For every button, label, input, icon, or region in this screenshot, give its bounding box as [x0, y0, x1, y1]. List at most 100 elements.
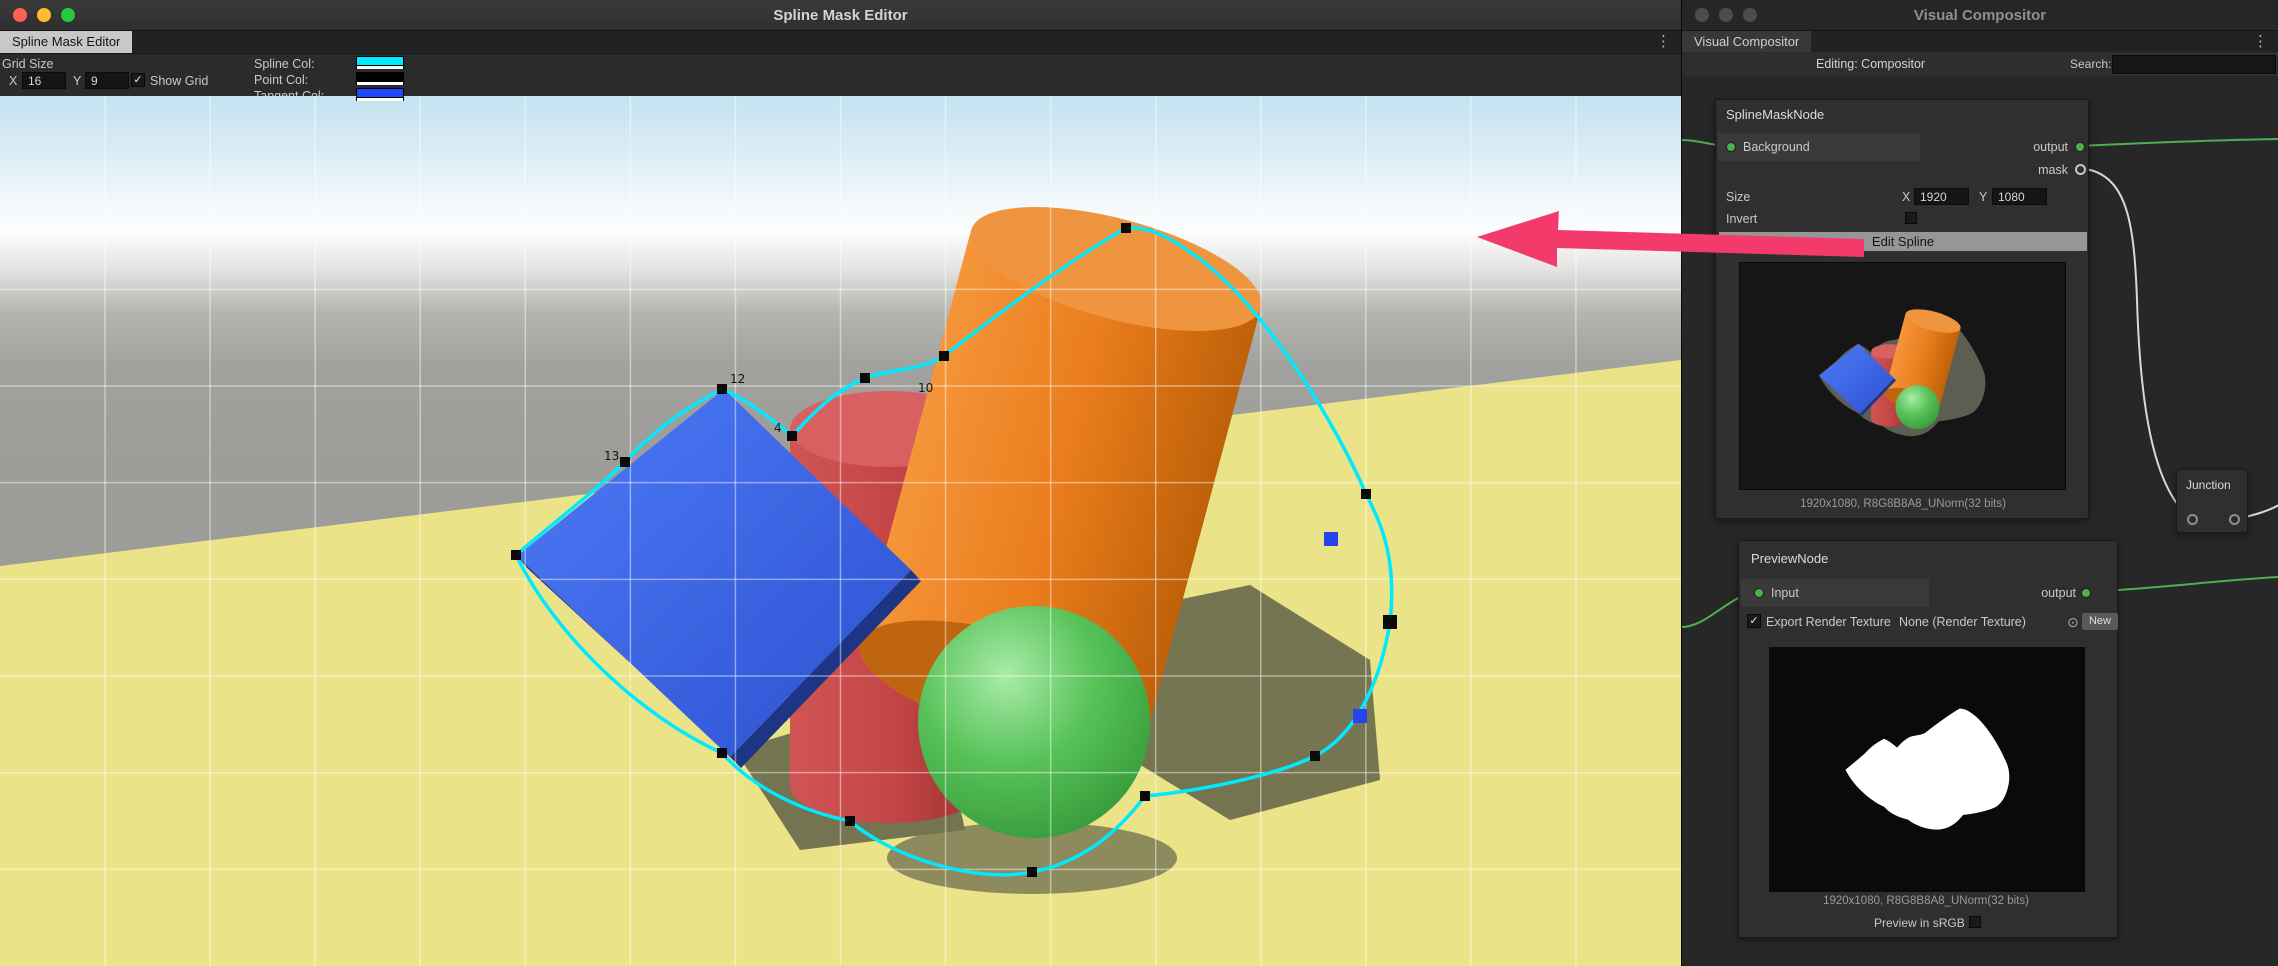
- spline-color-swatch[interactable]: [356, 56, 404, 69]
- node-title: SplineMaskNode: [1726, 107, 1824, 122]
- input-port-dot[interactable]: [1726, 142, 1736, 152]
- size-x-field[interactable]: 1920: [1914, 188, 1969, 205]
- point-color-value: [357, 73, 403, 81]
- new-texture-button[interactable]: New: [2082, 613, 2118, 630]
- desktop: Spline Mask Editor Spline Mask Editor ⋮ …: [0, 0, 2278, 966]
- alpha-bar: [357, 65, 403, 69]
- search-label: Search:: [2070, 57, 2111, 71]
- maximize-button[interactable]: [61, 8, 75, 22]
- spline-point-index: 13: [604, 449, 619, 463]
- spline-point[interactable]: [717, 748, 727, 758]
- close-button[interactable]: [1695, 8, 1709, 22]
- export-checkbox[interactable]: ✓: [1747, 614, 1761, 628]
- junction-out-port[interactable]: [2229, 514, 2240, 525]
- grid-y-field[interactable]: 9: [85, 72, 129, 89]
- alpha-bar: [357, 81, 403, 85]
- srgb-label: Preview in sRGB: [1874, 916, 1965, 930]
- invert-label: Invert: [1726, 212, 1757, 226]
- tangent-color-swatch[interactable]: [356, 88, 404, 101]
- output-port-dot[interactable]: [2075, 142, 2085, 152]
- mask-preview-image: [1769, 647, 2085, 892]
- traffic-lights: [1695, 8, 1757, 22]
- grid-x-field[interactable]: 16: [22, 72, 66, 89]
- window-title: Spline Mask Editor: [773, 7, 907, 24]
- input-port-row: [1741, 579, 1929, 607]
- size-y-field[interactable]: 1080: [1992, 188, 2047, 205]
- tab-spline-mask-editor[interactable]: Spline Mask Editor: [0, 31, 132, 53]
- spline-point[interactable]: [1121, 223, 1131, 233]
- show-grid-checkbox[interactable]: ✓: [131, 73, 145, 87]
- close-button[interactable]: [13, 8, 27, 22]
- left-tab-bar: Spline Mask Editor ⋮: [0, 31, 1681, 54]
- preview-node[interactable]: PreviewNode Input output ✓ Export Render…: [1738, 540, 2118, 938]
- scene-viewport[interactable]: 10 4 12 13: [0, 96, 1681, 966]
- visual-compositor-window: Visual Compositor Visual Compositor ⋮ Ed…: [1681, 0, 2278, 966]
- input-port-dot[interactable]: [1754, 588, 1764, 598]
- kebab-menu-icon[interactable]: ⋮: [2253, 32, 2268, 50]
- spline-point-index: 12: [730, 372, 745, 386]
- tangent-color-value: [357, 89, 403, 97]
- spline-point[interactable]: [717, 384, 727, 394]
- spline-point[interactable]: [1027, 867, 1037, 877]
- grid-y-label: Y: [73, 74, 81, 88]
- size-y-label: Y: [1979, 190, 1987, 204]
- spline-point-index: 10: [918, 381, 933, 395]
- junction-node[interactable]: Junction: [2176, 469, 2248, 533]
- spline-point[interactable]: [620, 457, 630, 467]
- spline-point[interactable]: [511, 550, 521, 560]
- preview-caption: 1920x1080, R8G8B8A8_UNorm(32 bits): [1716, 498, 2090, 510]
- spline-point-selected[interactable]: [1324, 532, 1338, 546]
- grid-x-label: X: [9, 74, 17, 88]
- spline-point[interactable]: [845, 816, 855, 826]
- spline-point[interactable]: [939, 351, 949, 361]
- spline-point[interactable]: [1310, 751, 1320, 761]
- export-label: Export Render Texture: [1766, 615, 1891, 629]
- node-preview-image: [1739, 262, 2066, 490]
- mask-port-label: mask: [1986, 163, 2068, 177]
- spline-editor-toolbar: Grid Size X 16 Y 9 ✓ Show Grid Spline Co…: [0, 54, 1681, 98]
- minimize-button[interactable]: [1719, 8, 1733, 22]
- junction-in-port[interactable]: [2187, 514, 2198, 525]
- invert-checkbox[interactable]: [1905, 212, 1917, 224]
- texture-field[interactable]: None (Render Texture): [1899, 615, 2026, 629]
- point-color-swatch[interactable]: [356, 72, 404, 85]
- mask-port-dot[interactable]: [2075, 164, 2086, 175]
- spline-point[interactable]: [1140, 791, 1150, 801]
- minimize-button[interactable]: [37, 8, 51, 22]
- search-input[interactable]: [2112, 55, 2276, 74]
- output-port-label: output: [1994, 586, 2076, 600]
- point-col-label: Point Col:: [254, 73, 308, 87]
- editing-label: Editing: Compositor: [1816, 57, 1925, 71]
- left-titlebar[interactable]: Spline Mask Editor: [0, 0, 1681, 31]
- right-titlebar[interactable]: Visual Compositor: [1682, 0, 2278, 31]
- spline-point[interactable]: [1361, 489, 1371, 499]
- spline-point[interactable]: [1383, 615, 1397, 629]
- output-port-dot[interactable]: [2081, 588, 2091, 598]
- show-grid-label: Show Grid: [150, 74, 208, 88]
- spline-point-selected[interactable]: [1353, 709, 1367, 723]
- spline-mask-node[interactable]: SplineMaskNode Background output mask Si…: [1715, 99, 2089, 519]
- spline-col-label: Spline Col:: [254, 57, 314, 71]
- spline-point-index: 4: [774, 421, 782, 435]
- input-port-label: Input: [1771, 586, 1799, 600]
- spline-point[interactable]: [860, 373, 870, 383]
- tab-visual-compositor[interactable]: Visual Compositor: [1682, 31, 1811, 53]
- preview-caption: 1920x1080, R8G8B8A8_UNorm(32 bits): [1769, 895, 2083, 907]
- output-port-label: output: [1986, 140, 2068, 154]
- object-picker-icon[interactable]: ⊙: [2067, 615, 2079, 629]
- traffic-lights: [13, 8, 75, 22]
- spline-color-value: [357, 57, 403, 65]
- kebab-menu-icon[interactable]: ⋮: [1656, 32, 1671, 50]
- size-x-label: X: [1902, 190, 1910, 204]
- edit-spline-button[interactable]: Edit Spline: [1719, 232, 2087, 251]
- spline-point[interactable]: [787, 431, 797, 441]
- alpha-bar: [357, 97, 403, 101]
- right-tab-bar: Visual Compositor ⋮: [1682, 31, 2278, 54]
- window-title: Visual Compositor: [1914, 7, 2046, 24]
- node-title: PreviewNode: [1751, 551, 1828, 566]
- node-title: Junction: [2186, 478, 2231, 492]
- grid-size-label: Grid Size: [2, 57, 53, 71]
- srgb-checkbox[interactable]: [1969, 916, 1981, 928]
- size-label: Size: [1726, 190, 1750, 204]
- maximize-button[interactable]: [1743, 8, 1757, 22]
